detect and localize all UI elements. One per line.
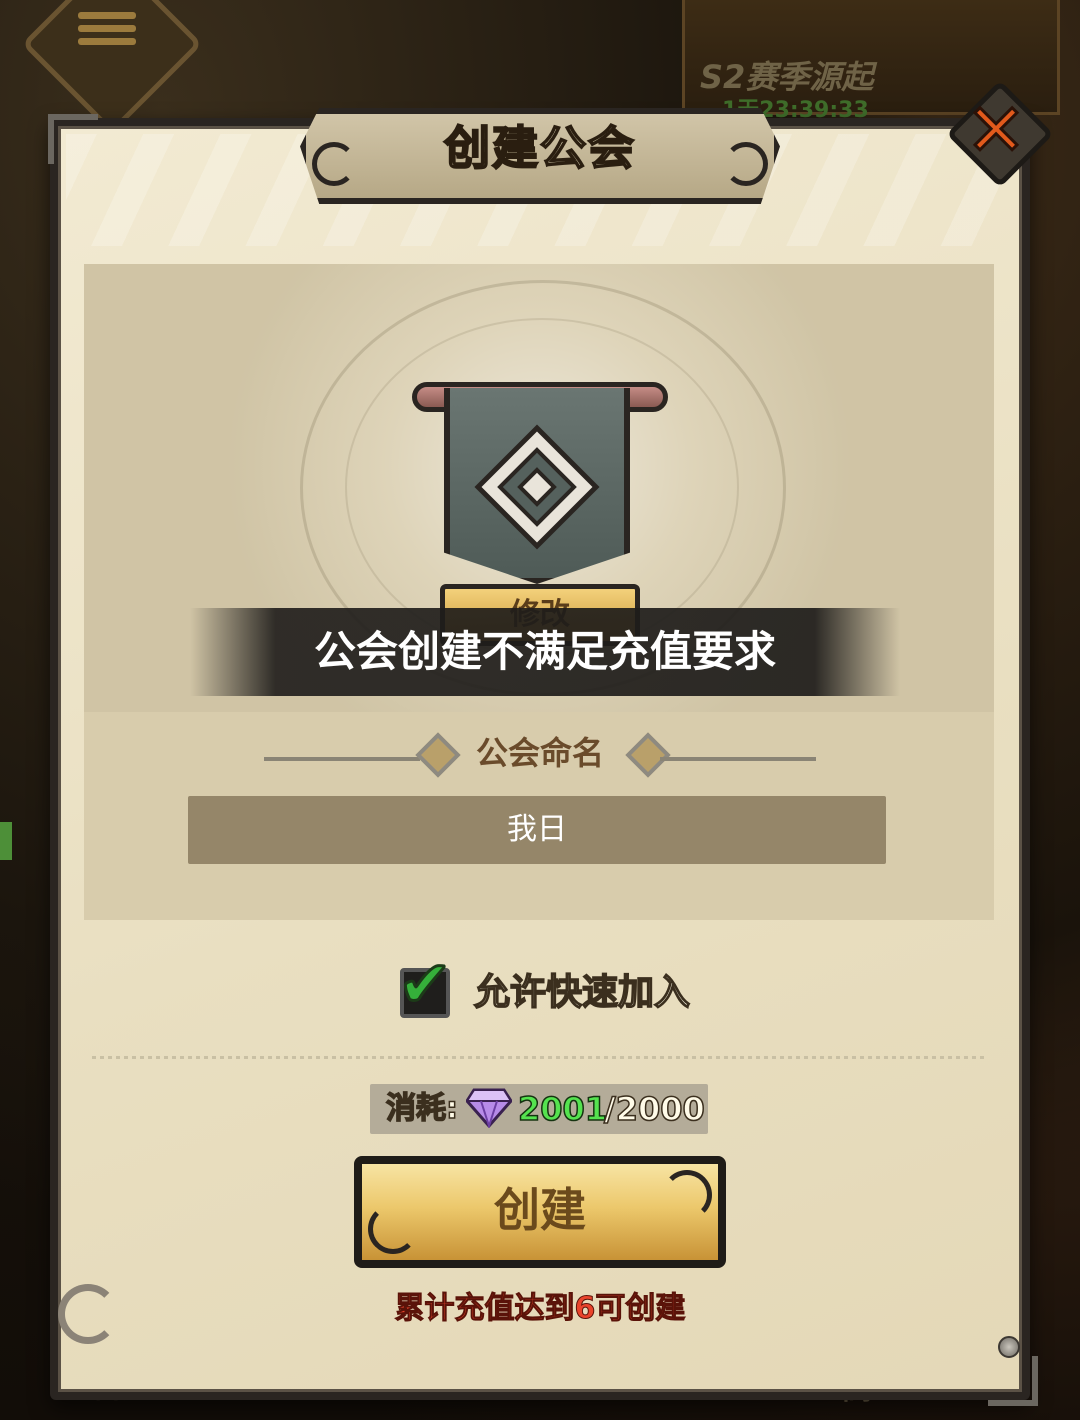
- checkmark-icon: ✔: [397, 948, 454, 1022]
- header-divider-left: [264, 757, 420, 761]
- section-divider: [92, 1056, 988, 1059]
- menu-icon[interactable]: [78, 12, 136, 52]
- cost-required-amount: /2000: [603, 1089, 705, 1129]
- close-button[interactable]: ✕: [946, 80, 1054, 188]
- create-button-label[interactable]: 创建: [354, 1162, 726, 1258]
- guild-name-header: 公会命名: [475, 734, 604, 772]
- close-icon: ✕: [964, 87, 1027, 174]
- cost-current-amount: 2001: [517, 1089, 608, 1129]
- corner-ornament: [48, 114, 98, 164]
- corner-ornament: [988, 1356, 1038, 1406]
- diamond-gem-icon: [466, 1088, 512, 1128]
- cost-label: 消耗:: [385, 1090, 459, 1127]
- guild-name-input[interactable]: 我日: [188, 796, 886, 864]
- rivet-ornament: [998, 1336, 1020, 1358]
- scroll-ornament: [58, 1284, 118, 1344]
- toast-text: 公会创建不满足充值要求: [313, 627, 776, 676]
- recharge-requirement-text: 累计充值达到6可创建: [394, 1291, 686, 1327]
- header-divider-right: [660, 757, 816, 761]
- side-tab: [0, 822, 12, 860]
- dialog-title: 创建公会: [443, 120, 636, 176]
- quick-join-label[interactable]: 允许快速加入: [473, 968, 691, 1018]
- guild-emblem-icon: [474, 424, 600, 550]
